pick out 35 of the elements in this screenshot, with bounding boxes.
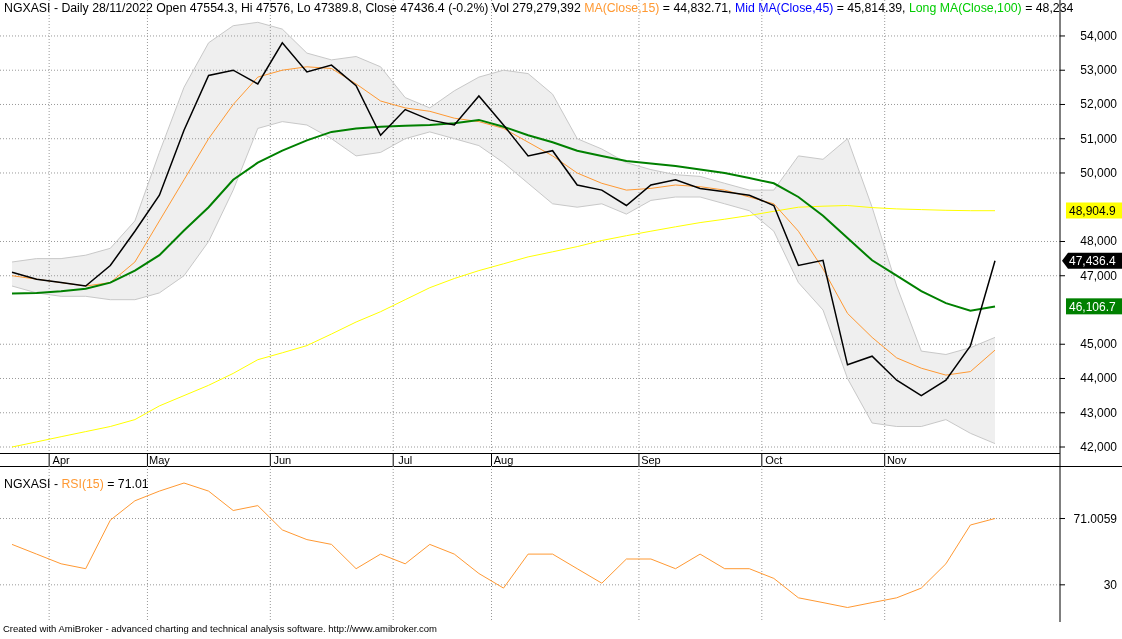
- footer-text: Created with AmiBroker - advanced charting and technical analysis software. http://www.amibroker.com: [2, 622, 439, 636]
- month-label: Oct: [765, 454, 783, 466]
- month-label: Aug: [493, 454, 514, 466]
- axis-label: 54,000: [1080, 28, 1117, 43]
- axis-label: 42,000: [1080, 440, 1117, 454]
- value-badge: 48,904.9: [1066, 202, 1122, 219]
- indicator-value: = 48,234: [1025, 1, 1074, 15]
- axis-label: 53,000: [1080, 63, 1117, 78]
- indicator-label: RSI(15): [61, 477, 104, 491]
- axis-label: 45,000: [1080, 337, 1117, 352]
- indicator-label: Mid MA(Close,45): [734, 1, 834, 15]
- axis-label: 50,000: [1080, 166, 1117, 180]
- indicator-label: MA(Close,15): [584, 1, 660, 15]
- month-label: Apr: [52, 454, 70, 466]
- axis-label: 44,000: [1080, 371, 1117, 386]
- axis-label: 48,000: [1080, 234, 1117, 249]
- month-label: Sep: [641, 454, 661, 466]
- month-label: Nov: [886, 454, 907, 466]
- price-marker: 47,436.4: [1062, 252, 1122, 269]
- month-label: Jul: [398, 454, 413, 466]
- indicator-value: = 71.01: [107, 477, 149, 491]
- indicator-label: Long MA(Close,100): [908, 1, 1022, 15]
- chart-title: NGXASI -: [4, 477, 58, 491]
- month-label: Jun: [273, 454, 292, 466]
- chart-title: NGXASI - Daily 28/11/2022 Open 47554.3, Hi 47576, Lo 47389.8, Close 47436.4 (-0.2%) Vol 279,279,392: [4, 1, 581, 15]
- axis-label: 71.0059: [1073, 511, 1117, 526]
- axis-label: 47,000: [1080, 268, 1117, 283]
- axis-label: 51,000: [1080, 131, 1117, 146]
- indicator-value: = 45,814.39,: [836, 1, 906, 15]
- axis-label: 52,000: [1080, 97, 1117, 112]
- indicator-value: = 44,832.71,: [662, 1, 732, 15]
- value-badge: 46,106.7: [1066, 298, 1122, 315]
- month-label: May: [149, 454, 170, 466]
- axis-label: 30: [1103, 577, 1117, 592]
- axis-label: 43,000: [1080, 405, 1117, 420]
